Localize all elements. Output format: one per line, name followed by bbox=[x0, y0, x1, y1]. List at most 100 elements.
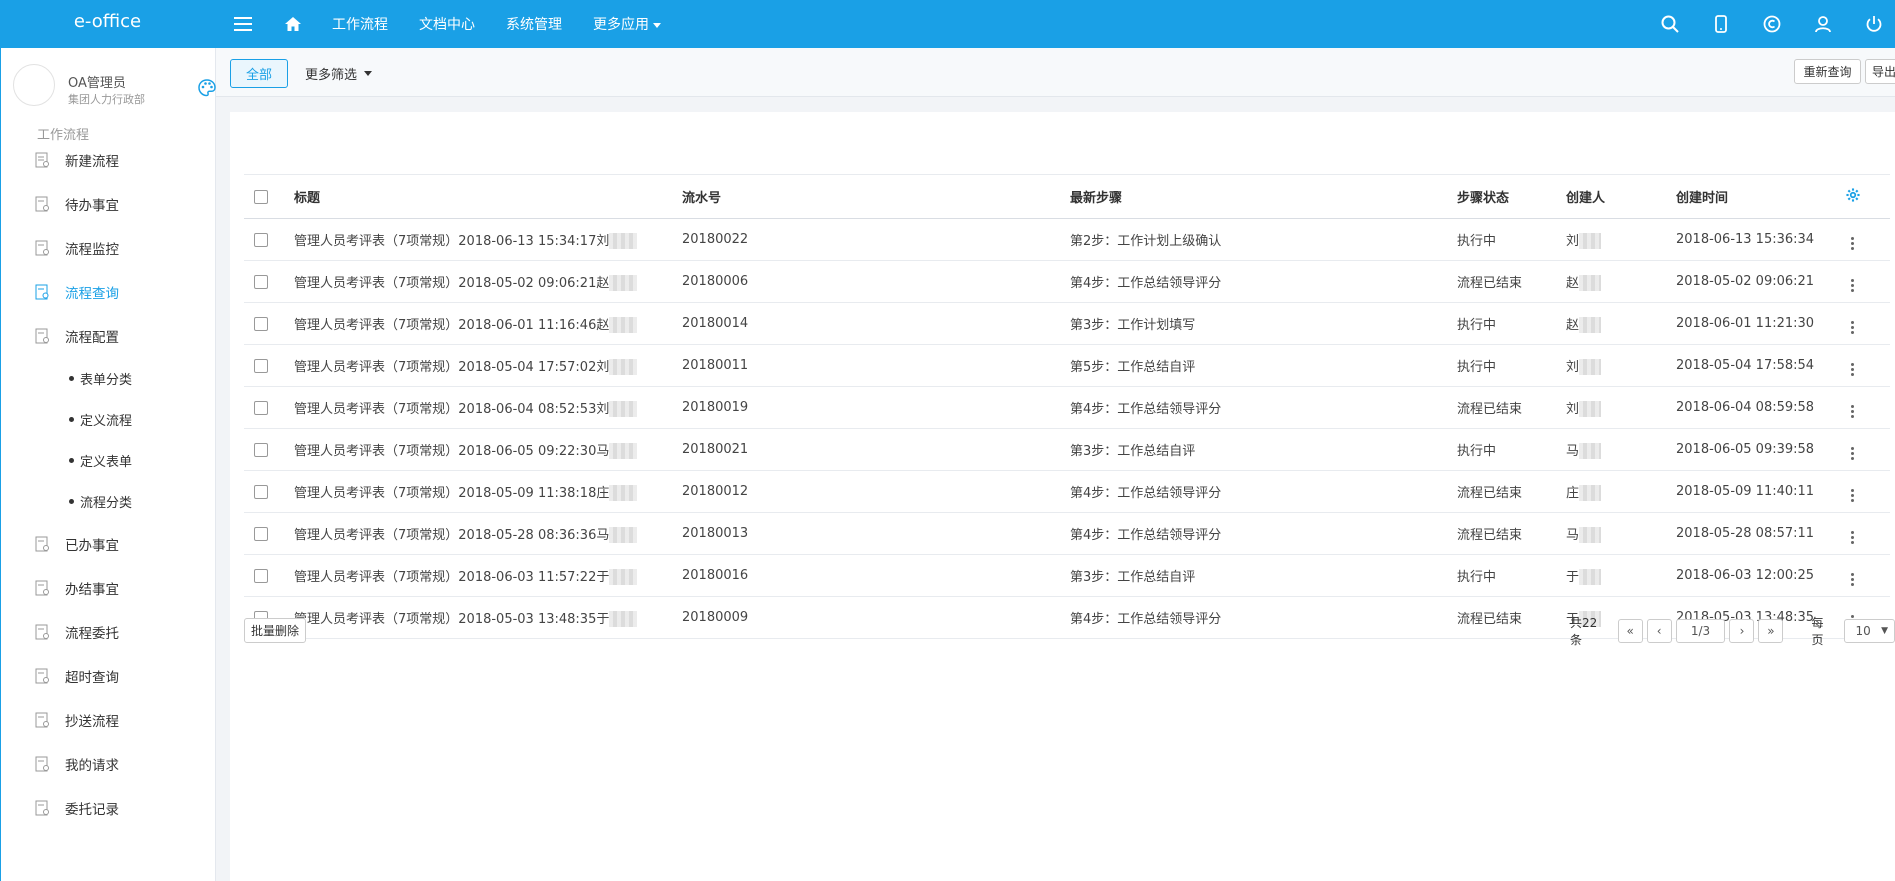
table-row[interactable]: 管理人员考评表（7项常规）2018-06-03 11:57:22于 2018001… bbox=[244, 554, 1890, 597]
more-options-icon[interactable] bbox=[1846, 320, 1858, 334]
sidebar-item-finished[interactable]: 办结事宜 bbox=[1, 566, 216, 610]
column-header-step[interactable]: 最新步骤 bbox=[1070, 174, 1457, 219]
prev-page-button[interactable]: ‹ bbox=[1646, 619, 1672, 643]
more-options-icon[interactable] bbox=[1846, 446, 1858, 460]
export-button[interactable]: 导出 bbox=[1865, 59, 1895, 84]
requery-button[interactable]: 重新查询 bbox=[1794, 59, 1861, 84]
hamburger-icon[interactable] bbox=[232, 13, 254, 35]
column-header-creator[interactable]: 创建人 bbox=[1566, 174, 1676, 219]
cell-time: 2018-05-09 11:40:11 bbox=[1676, 470, 1846, 513]
cell-status: 流程已结束 bbox=[1457, 470, 1566, 513]
table-row[interactable]: 管理人员考评表（7项常规）2018-05-28 08:36:36马 2018001… bbox=[244, 512, 1890, 555]
more-filter-dropdown[interactable]: 更多筛选 bbox=[305, 64, 373, 83]
nav-item-system[interactable]: 系统管理 bbox=[506, 14, 562, 34]
cell-title[interactable]: 管理人员考评表（7项常规）2018-06-13 15:34:17刘 bbox=[294, 218, 682, 261]
more-options-icon[interactable] bbox=[1846, 236, 1858, 250]
sidebar-item-config[interactable]: 流程配置 bbox=[1, 314, 216, 358]
first-page-button[interactable]: « bbox=[1617, 619, 1643, 643]
nav-item-more-apps[interactable]: 更多应用 bbox=[593, 14, 662, 34]
sidebar-item-my-requests[interactable]: 我的请求 bbox=[1, 742, 216, 786]
table-row[interactable]: 管理人员考评表（7项常规）2018-05-02 09:06:21赵 2018000… bbox=[244, 260, 1890, 303]
mobile-icon[interactable] bbox=[1710, 13, 1732, 35]
cell-status: 执行中 bbox=[1457, 428, 1566, 471]
sidebar-item-monitor[interactable]: 流程监控 bbox=[1, 226, 216, 270]
table-row[interactable]: 管理人员考评表（7项常规）2018-06-05 09:22:30马 2018002… bbox=[244, 428, 1890, 471]
home-icon[interactable] bbox=[282, 13, 304, 35]
copyright-icon[interactable] bbox=[1761, 13, 1783, 35]
row-checkbox[interactable] bbox=[254, 568, 268, 583]
app-logo[interactable]: e-office bbox=[0, 0, 215, 48]
user-icon[interactable] bbox=[1812, 13, 1834, 35]
cell-title[interactable]: 管理人员考评表（7项常规）2018-05-28 08:36:36马 bbox=[294, 512, 682, 555]
column-header-title[interactable]: 标题 bbox=[294, 174, 682, 219]
chevron-left-icon: ‹ bbox=[1656, 624, 1662, 638]
sidebar-item-label: 待办事宜 bbox=[65, 198, 119, 214]
table-row[interactable]: 管理人员考评表（7项常规）2018-05-04 17:57:02刘 2018001… bbox=[244, 344, 1890, 387]
per-page-select[interactable]: 10 ▼ bbox=[1844, 619, 1895, 643]
search-icon[interactable] bbox=[1659, 13, 1681, 35]
more-options-icon[interactable] bbox=[1846, 572, 1858, 586]
column-header-serial[interactable]: 流水号 bbox=[682, 174, 1070, 219]
sidebar-item-todo[interactable]: 待办事宜 bbox=[1, 182, 216, 226]
row-select-cell bbox=[244, 428, 294, 471]
sidebar-item-new-flow[interactable]: 新建流程 bbox=[1, 138, 216, 182]
more-options-icon[interactable] bbox=[1846, 530, 1858, 544]
redacted-name bbox=[609, 233, 638, 250]
table-row[interactable]: 管理人员考评表（7项常规）2018-06-13 15:34:17刘 2018002… bbox=[244, 218, 1890, 261]
batch-delete-button[interactable]: 批量删除 bbox=[244, 618, 306, 643]
cell-title[interactable]: 管理人员考评表（7项常规）2018-06-01 11:16:46赵 bbox=[294, 302, 682, 345]
redacted-name bbox=[1579, 485, 1602, 502]
cell-title[interactable]: 管理人员考评表（7项常规）2018-06-04 08:52:53刘 bbox=[294, 386, 682, 429]
more-options-icon[interactable] bbox=[1846, 404, 1858, 418]
last-page-button[interactable]: » bbox=[1758, 619, 1784, 643]
row-checkbox[interactable] bbox=[254, 442, 268, 457]
column-header-status[interactable]: 步骤状态 bbox=[1457, 174, 1566, 219]
row-checkbox[interactable] bbox=[254, 274, 268, 289]
row-checkbox[interactable] bbox=[254, 400, 268, 415]
more-options-icon[interactable] bbox=[1846, 362, 1858, 376]
sidebar-item-query[interactable]: 流程查询 bbox=[1, 270, 216, 314]
page-input[interactable]: 1/3 bbox=[1675, 619, 1726, 643]
more-options-icon[interactable] bbox=[1846, 488, 1858, 502]
select-all-checkbox[interactable] bbox=[254, 189, 268, 204]
sidebar-item-delegate[interactable]: 流程委托 bbox=[1, 610, 216, 654]
cell-status: 流程已结束 bbox=[1457, 512, 1566, 555]
cell-title[interactable]: 管理人员考评表（7项常规）2018-06-05 09:22:30马 bbox=[294, 428, 682, 471]
redacted-name bbox=[1579, 569, 1602, 586]
more-options-icon[interactable] bbox=[1846, 278, 1858, 292]
cell-status: 执行中 bbox=[1457, 554, 1566, 597]
sidebar-item-done[interactable]: 已办事宜 bbox=[1, 522, 216, 566]
doc-records-icon bbox=[35, 800, 49, 816]
nav-item-workflow[interactable]: 工作流程 bbox=[332, 14, 388, 34]
cell-step: 第5步：工作总结自评 bbox=[1070, 344, 1457, 387]
sidebar-item-timeout[interactable]: 超时查询 bbox=[1, 654, 216, 698]
row-checkbox[interactable] bbox=[254, 526, 268, 541]
row-checkbox[interactable] bbox=[254, 232, 268, 247]
cell-title[interactable]: 管理人员考评表（7项常规）2018-05-03 13:48:35于 bbox=[294, 596, 682, 639]
power-icon[interactable] bbox=[1863, 13, 1885, 35]
table-row[interactable]: 管理人员考评表（7项常规）2018-06-01 11:16:46赵 2018001… bbox=[244, 302, 1890, 345]
cell-title[interactable]: 管理人员考评表（7项常规）2018-05-09 11:38:18庄 bbox=[294, 470, 682, 513]
caret-down-icon: ▼ bbox=[1881, 626, 1889, 636]
column-header-time[interactable]: 创建时间 bbox=[1676, 174, 1846, 219]
gear-icon[interactable] bbox=[1846, 187, 1860, 206]
sidebar-subitem-define-form[interactable]: 定义表单 bbox=[1, 440, 216, 481]
table-row[interactable]: 管理人员考评表（7项常规）2018-06-04 08:52:53刘 2018001… bbox=[244, 386, 1890, 429]
cell-title[interactable]: 管理人员考评表（7项常规）2018-05-04 17:57:02刘 bbox=[294, 344, 682, 387]
row-checkbox[interactable] bbox=[254, 484, 268, 499]
filter-all-button[interactable]: 全部 bbox=[230, 59, 288, 88]
avatar[interactable] bbox=[13, 64, 55, 106]
nav-item-documents[interactable]: 文档中心 bbox=[419, 14, 475, 34]
sidebar-item-delegate-records[interactable]: 委托记录 bbox=[1, 786, 216, 830]
cell-title[interactable]: 管理人员考评表（7项常规）2018-06-03 11:57:22于 bbox=[294, 554, 682, 597]
table-row[interactable]: 管理人员考评表（7项常规）2018-05-09 11:38:18庄 2018001… bbox=[244, 470, 1890, 513]
next-page-button[interactable]: › bbox=[1729, 619, 1755, 643]
row-checkbox[interactable] bbox=[254, 358, 268, 373]
sidebar-subitem-label: 流程分类 bbox=[80, 496, 133, 511]
sidebar-subitem-define-flow[interactable]: 定义流程 bbox=[1, 399, 216, 440]
sidebar-subitem-form-category[interactable]: 表单分类 bbox=[1, 358, 216, 399]
sidebar-item-cc[interactable]: 抄送流程 bbox=[1, 698, 216, 742]
sidebar-subitem-flow-category[interactable]: 流程分类 bbox=[1, 481, 216, 522]
row-checkbox[interactable] bbox=[254, 316, 268, 331]
cell-title[interactable]: 管理人员考评表（7项常规）2018-05-02 09:06:21赵 bbox=[294, 260, 682, 303]
